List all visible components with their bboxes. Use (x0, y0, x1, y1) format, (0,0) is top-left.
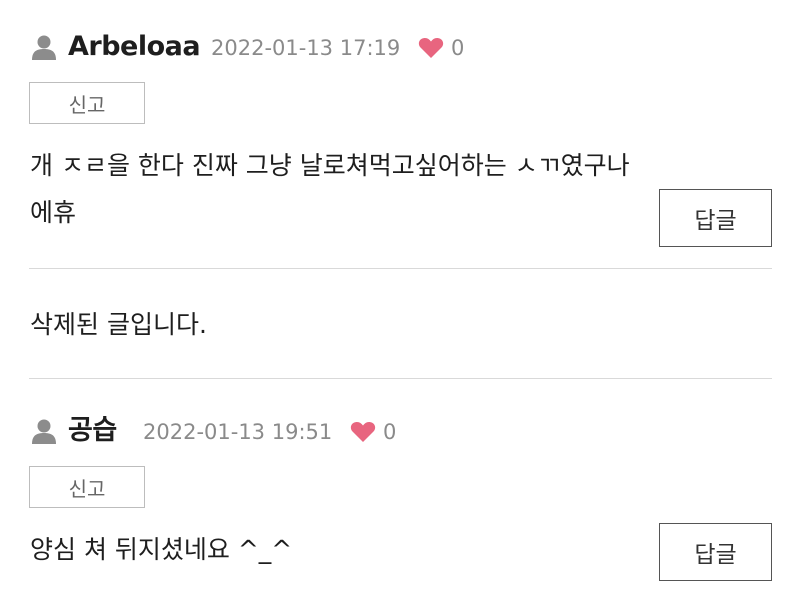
like-count: 0 (451, 36, 465, 60)
heart-icon[interactable] (350, 421, 376, 443)
report-button[interactable]: 신고 (29, 82, 145, 124)
reply-button[interactable]: 답글 (659, 189, 772, 247)
like-count: 0 (383, 420, 397, 444)
user-icon (31, 34, 57, 60)
comment-text-line: 양심 쳐 뒤지셨네요 ^_^ (30, 535, 293, 564)
divider (29, 378, 772, 379)
report-button[interactable]: 신고 (29, 466, 145, 508)
comment-text-line: 개 ㅈㄹ을 한다 진짜 그냥 날로쳐먹고싶어하는 ㅅㄲ였구나 (30, 151, 630, 180)
comment-timestamp: 2022-01-13 19:51 (143, 420, 333, 444)
deleted-comment-text: 삭제된 글입니다. (30, 310, 207, 339)
comment-text-line: 에휴 (30, 198, 77, 227)
author-name[interactable]: Arbeloaa (68, 33, 201, 60)
comment-timestamp: 2022-01-13 17:19 (211, 36, 401, 60)
author-name[interactable]: 공습 (68, 417, 117, 444)
reply-button[interactable]: 답글 (659, 523, 772, 581)
heart-icon[interactable] (418, 37, 444, 59)
user-icon (31, 418, 57, 444)
divider (29, 268, 772, 269)
